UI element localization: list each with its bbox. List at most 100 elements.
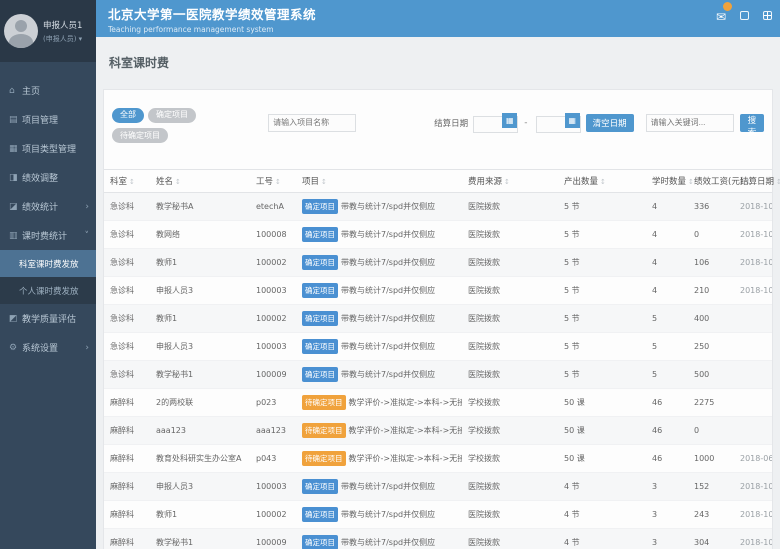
output-cell: 5 节 (558, 305, 646, 333)
column-header[interactable]: 工号↕ (250, 170, 296, 193)
column-header[interactable]: 结算日期↕ (734, 170, 772, 193)
sidebar-item-2[interactable]: ▤项目管理 (0, 105, 96, 134)
project-cell: 确定项目带教与统计7/spd并仅侧应 (296, 221, 462, 249)
output-cell: 50 课 (558, 389, 646, 417)
project-name: 带教与统计7/spd并仅侧应 (341, 538, 435, 547)
date-range-label: 结算日期 (434, 117, 468, 129)
messages-button[interactable]: ✉ (716, 6, 726, 25)
dept-cell: 麻醉科 (104, 529, 150, 549)
project-name-input[interactable] (268, 114, 356, 132)
hours-cell: 4 (646, 221, 688, 249)
settings-icon[interactable] (740, 11, 749, 20)
output-cell: 5 节 (558, 361, 646, 389)
submenu: 科室课时费发放个人课时费发放 (0, 250, 96, 304)
project-status-badge[interactable]: 确定项目 (302, 311, 338, 326)
project-status-badge[interactable]: 待确定项目 (302, 395, 346, 410)
settle-date-cell: 2018-10-23 00:00:00 (734, 501, 772, 529)
salary-cell: 0 (688, 221, 734, 249)
sidebar: 申报人员1 (申报人员) ▾ ⌂主页▤项目管理▦项目类型管理◨绩效调整◪绩效统计… (0, 0, 96, 549)
filter-pill[interactable]: 确定项目 (148, 108, 196, 123)
sidebar-item-1[interactable]: ⌂主页 (0, 76, 96, 105)
output-cell: 50 课 (558, 417, 646, 445)
project-status-badge[interactable]: 确定项目 (302, 535, 338, 549)
employee-id-cell: etechA (250, 193, 296, 221)
column-header[interactable]: 项目↕ (296, 170, 462, 193)
column-header[interactable]: 姓名↕ (150, 170, 250, 193)
dept-cell: 麻醉科 (104, 417, 150, 445)
sidebar-item-7[interactable]: ◩教学质量评估 (0, 304, 96, 333)
project-status-badge[interactable]: 待确定项目 (302, 451, 346, 466)
sidebar-item-label: 项目管理 (22, 113, 58, 126)
table-row: 麻醉科aaa123aaa123待确定项目教学评价->准拟定->本科->无接受人学… (104, 417, 772, 445)
content-card: 全部确定项目待确定项目 结算日期 ▦ - ▦ 清空日期 搜索 (103, 89, 773, 549)
table-container: 科室↕姓名↕工号↕项目↕费用来源↕产出数量↕学时数量↕绩效工资(元)↕结算日期↕… (104, 169, 772, 549)
table-row: 急诊科教学秘书1100009确定项目带教与统计7/spd并仅侧应医院拨款5 节5… (104, 361, 772, 389)
project-status-badge[interactable]: 确定项目 (302, 283, 338, 298)
apps-icon[interactable] (763, 11, 772, 20)
project-status-badge[interactable]: 确定项目 (302, 339, 338, 354)
source-cell: 学校拨款 (462, 417, 558, 445)
user-name: 申报人员1 (43, 19, 82, 31)
source-cell: 医院拨款 (462, 277, 558, 305)
table-row: 急诊科教学秘书AetechA确定项目带教与统计7/spd并仅侧应医院拨款5 节4… (104, 193, 772, 221)
name-cell: 申报人员3 (150, 333, 250, 361)
column-header[interactable]: 绩效工资(元)↕ (688, 170, 734, 193)
salary-cell: 210 (688, 277, 734, 305)
project-status-badge[interactable]: 确定项目 (302, 479, 338, 494)
project-name: 带教与统计7/spd并仅侧应 (341, 230, 435, 239)
calendar-icon[interactable]: ▦ (502, 113, 517, 128)
calendar-icon[interactable]: ▦ (565, 113, 580, 128)
fee-icon: ▥ (9, 231, 22, 241)
project-cell: 确定项目带教与统计7/spd并仅侧应 (296, 501, 462, 529)
project-name: 教学评价->准拟定->本科->无接受人 (349, 398, 463, 407)
column-header[interactable]: 科室↕ (104, 170, 150, 193)
submenu-item[interactable]: 科室课时费发放 (0, 250, 96, 277)
project-status-badge[interactable]: 确定项目 (302, 227, 338, 242)
table-row: 麻醉科教师1100002确定项目带教与统计7/spd并仅侧应医院拨款4 节324… (104, 501, 772, 529)
project-name: 带教与统计7/spd并仅侧应 (341, 258, 435, 267)
submenu-item[interactable]: 个人课时费发放 (0, 277, 96, 304)
user-panel[interactable]: 申报人员1 (申报人员) ▾ (0, 0, 96, 62)
sidebar-item-3[interactable]: ▦项目类型管理 (0, 134, 96, 163)
clear-date-button[interactable]: 清空日期 (586, 114, 634, 132)
table-row: 麻醉科申报人员3100003确定项目带教与统计7/spd并仅侧应医院拨款4 节3… (104, 473, 772, 501)
sidebar-item-6[interactable]: ▥课时费统计˅ (0, 221, 96, 250)
status-filter-group: 全部确定项目待确定项目 (112, 102, 202, 143)
notification-badge (723, 2, 732, 11)
salary-cell: 304 (688, 529, 734, 549)
search-button[interactable]: 搜索 (740, 114, 764, 132)
sidebar-item-5[interactable]: ◪绩效统计› (0, 192, 96, 221)
project-status-badge[interactable]: 确定项目 (302, 199, 338, 214)
settle-date-cell: 2018-10-23 00:00:00 (734, 277, 772, 305)
employee-id-cell: aaa123 (250, 417, 296, 445)
column-header[interactable]: 产出数量↕ (558, 170, 646, 193)
project-cell: 确定项目带教与统计7/spd并仅侧应 (296, 193, 462, 221)
settle-date-cell (734, 361, 772, 389)
project-status-badge[interactable]: 确定项目 (302, 507, 338, 522)
project-status-badge[interactable]: 待确定项目 (302, 423, 346, 438)
user-role-dropdown[interactable]: (申报人员) ▾ (43, 34, 82, 44)
gear-icon: ⚙ (9, 343, 22, 353)
filter-pill[interactable]: 待确定项目 (112, 128, 168, 143)
page-title: 科室课时费 (109, 54, 780, 71)
project-status-badge[interactable]: 确定项目 (302, 255, 338, 270)
sidebar-item-label: 绩效统计 (22, 200, 58, 213)
column-header[interactable]: 学时数量↕ (646, 170, 688, 193)
project-name: 教学评价->准拟定->本科->无接受人 (349, 454, 463, 463)
keyword-input[interactable] (646, 114, 734, 132)
app-window: 申报人员1 (申报人员) ▾ ⌂主页▤项目管理▦项目类型管理◨绩效调整◪绩效统计… (0, 0, 780, 549)
sidebar-item-4[interactable]: ◨绩效调整 (0, 163, 96, 192)
sidebar-item-8[interactable]: ⚙系统设置› (0, 333, 96, 362)
project-cell: 待确定项目教学评价->准拟定->本科->无接受人 (296, 445, 462, 473)
hours-cell: 3 (646, 473, 688, 501)
avatar (4, 14, 38, 48)
table-row: 急诊科教师1100002确定项目带教与统计7/spd并仅侧应医院拨款5 节410… (104, 249, 772, 277)
filter-pill[interactable]: 全部 (112, 108, 144, 123)
project-cell: 确定项目带教与统计7/spd并仅侧应 (296, 249, 462, 277)
project-status-badge[interactable]: 确定项目 (302, 367, 338, 382)
column-header[interactable]: 费用来源↕ (462, 170, 558, 193)
chevron-right-icon: › (85, 202, 89, 212)
employee-id-cell: 100003 (250, 473, 296, 501)
project-name: 带教与统计7/spd并仅侧应 (341, 286, 435, 295)
source-cell: 医院拨款 (462, 361, 558, 389)
